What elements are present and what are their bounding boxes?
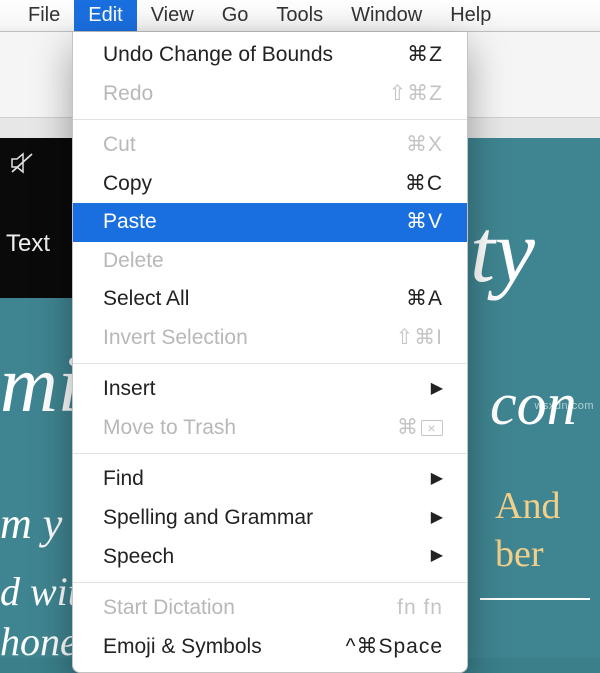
menu-window[interactable]: Window xyxy=(337,0,436,31)
menu-item-undo[interactable]: Undo Change of Bounds ⌘Z xyxy=(73,36,467,75)
menu-item-cut: Cut ⌘X xyxy=(73,126,467,165)
shortcut: ⌘X xyxy=(406,129,443,162)
bg-text-fragment: mi xyxy=(0,340,80,431)
chevron-right-icon: ▶ xyxy=(431,506,443,531)
menu-item-label: Invert Selection xyxy=(103,322,248,355)
menu-item-select-all[interactable]: Select All ⌘A xyxy=(73,280,467,319)
menu-item-copy[interactable]: Copy ⌘C xyxy=(73,165,467,204)
menu-item-label: Move to Trash xyxy=(103,412,236,445)
bg-text-fragment: ty xyxy=(470,200,535,303)
shortcut: ⇧⌘I xyxy=(396,322,443,355)
shortcut: ⇧⌘Z xyxy=(389,78,443,111)
menu-item-spelling-grammar[interactable]: Spelling and Grammar ▶ xyxy=(73,499,467,538)
menu-item-find[interactable]: Find ▶ xyxy=(73,460,467,499)
menu-item-move-to-trash: Move to Trash ⌘ xyxy=(73,409,467,448)
menu-item-label: Redo xyxy=(103,78,153,111)
menu-separator xyxy=(73,119,467,120)
edit-menu-dropdown: Undo Change of Bounds ⌘Z Redo ⇧⌘Z Cut ⌘X… xyxy=(72,32,468,673)
menu-bar: File Edit View Go Tools Window Help xyxy=(0,0,600,32)
menu-item-label: Delete xyxy=(103,245,164,278)
shortcut: fn fn xyxy=(397,592,443,625)
shortcut: ⌘V xyxy=(406,206,443,239)
bg-text-fragment: And xyxy=(495,484,560,528)
watermark-text: wsxdn.com xyxy=(534,400,594,412)
menu-item-insert[interactable]: Insert ▶ xyxy=(73,370,467,409)
menu-file[interactable]: File xyxy=(14,0,74,31)
menu-item-speech[interactable]: Speech ▶ xyxy=(73,538,467,577)
divider-line xyxy=(480,598,590,600)
menu-separator xyxy=(73,363,467,364)
chevron-right-icon: ▶ xyxy=(431,377,443,402)
menu-item-paste[interactable]: Paste ⌘V xyxy=(73,203,467,242)
menu-help[interactable]: Help xyxy=(436,0,505,31)
menu-item-label: Paste xyxy=(103,206,157,239)
delete-key-icon xyxy=(421,420,443,436)
menu-item-label: Start Dictation xyxy=(103,592,235,625)
shortcut: ⌘A xyxy=(406,283,443,316)
shortcut: ⌘Z xyxy=(407,39,443,72)
menu-item-label: Speech xyxy=(103,541,174,574)
menu-item-start-dictation: Start Dictation fn fn xyxy=(73,589,467,628)
menu-item-label: Undo Change of Bounds xyxy=(103,39,333,72)
mute-icon[interactable] xyxy=(10,152,36,180)
menu-item-label: Find xyxy=(103,463,144,496)
menu-item-redo: Redo ⇧⌘Z xyxy=(73,75,467,114)
menu-item-label: Cut xyxy=(103,129,136,162)
menu-view[interactable]: View xyxy=(137,0,208,31)
menu-separator xyxy=(73,453,467,454)
menu-item-label: Copy xyxy=(103,168,152,201)
shortcut: ^⌘Space xyxy=(346,631,443,664)
menu-item-invert-selection: Invert Selection ⇧⌘I xyxy=(73,319,467,358)
menu-go[interactable]: Go xyxy=(208,0,263,31)
menu-item-emoji-symbols[interactable]: Emoji & Symbols ^⌘Space xyxy=(73,628,467,667)
shortcut: ⌘C xyxy=(405,168,443,201)
chevron-right-icon: ▶ xyxy=(431,467,443,492)
bg-text-fragment: ber xyxy=(495,532,544,576)
chevron-right-icon: ▶ xyxy=(431,544,443,569)
menu-item-label: Select All xyxy=(103,283,189,316)
shortcut: ⌘ xyxy=(397,412,443,445)
text-tool-label[interactable]: Text xyxy=(6,230,50,258)
menu-edit[interactable]: Edit xyxy=(74,0,136,31)
bg-text-fragment: m y xyxy=(0,498,62,549)
menu-tools[interactable]: Tools xyxy=(262,0,337,31)
menu-item-label: Spelling and Grammar xyxy=(103,502,313,535)
menu-item-label: Insert xyxy=(103,373,156,406)
menu-separator xyxy=(73,582,467,583)
menu-item-label: Emoji & Symbols xyxy=(103,631,262,664)
menu-item-delete: Delete xyxy=(73,242,467,281)
